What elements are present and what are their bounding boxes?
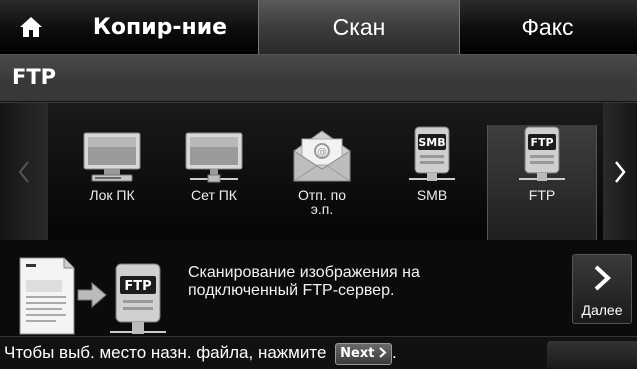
corner-button[interactable] [547,341,637,369]
chevron-right-icon [594,265,611,291]
chevron-left-icon [18,160,29,183]
destination-network-pc[interactable]: Сет ПК [168,125,260,240]
destination-email[interactable]: @ Отп. по э.п. [276,125,368,240]
tab-copy[interactable]: Копир-ние [62,0,258,54]
destination-label: SMB [416,187,448,203]
monitor-icon [83,132,141,182]
chevron-right-icon [379,346,387,358]
scroll-left-button[interactable] [0,103,48,240]
server-badge-text: FTP [530,136,553,149]
description-panel: FTP Сканирование изображения на подключе… [0,240,637,336]
server-badge-text: FTP [124,279,151,294]
title-bar: FTP [0,55,637,102]
next-button[interactable]: Далее [572,254,632,324]
home-button[interactable] [0,0,62,54]
destination-label: FTP [528,187,556,203]
hint-bar: Чтобы выб. место назн. файла, нажмите Ne… [0,336,637,369]
destination-label: Отп. по э.п. [297,187,347,217]
destination-smb[interactable]: SMB SMB [386,125,478,240]
destination-local-pc[interactable]: Лок ПК [66,125,158,240]
home-icon [20,17,42,37]
ftp-server-icon: FTP [519,126,565,181]
network-monitor-icon [185,132,243,183]
server-badge-text: SMB [418,136,445,149]
next-button-label: Далее [581,302,623,318]
top-tab-bar: Копир-ние Скан Факс [0,0,637,55]
hint-text: Чтобы выб. место назн. файла, нажмите Ne… [4,337,397,369]
chevron-right-icon [615,160,626,183]
destination-carousel: Лок ПК Сет ПК @ Отп. по э.п. SMB SMB FTP… [0,102,637,241]
email-envelope-icon: @ [293,130,351,182]
scroll-right-button[interactable] [603,103,637,240]
tab-fax[interactable]: Факс [458,0,637,54]
destination-label: Лок ПК [89,187,135,203]
description-text: Сканирование изображения на подключенный… [188,264,420,299]
smb-server-icon: SMB [409,126,455,181]
destination-ftp[interactable]: FTP FTP [487,125,597,240]
svg-text:@: @ [317,147,327,158]
tab-scan[interactable]: Скан [258,0,460,54]
scan-to-ftp-illustration: FTP [19,257,166,335]
next-key-badge: Next [335,342,392,365]
destination-label: Сет ПК [191,187,237,203]
